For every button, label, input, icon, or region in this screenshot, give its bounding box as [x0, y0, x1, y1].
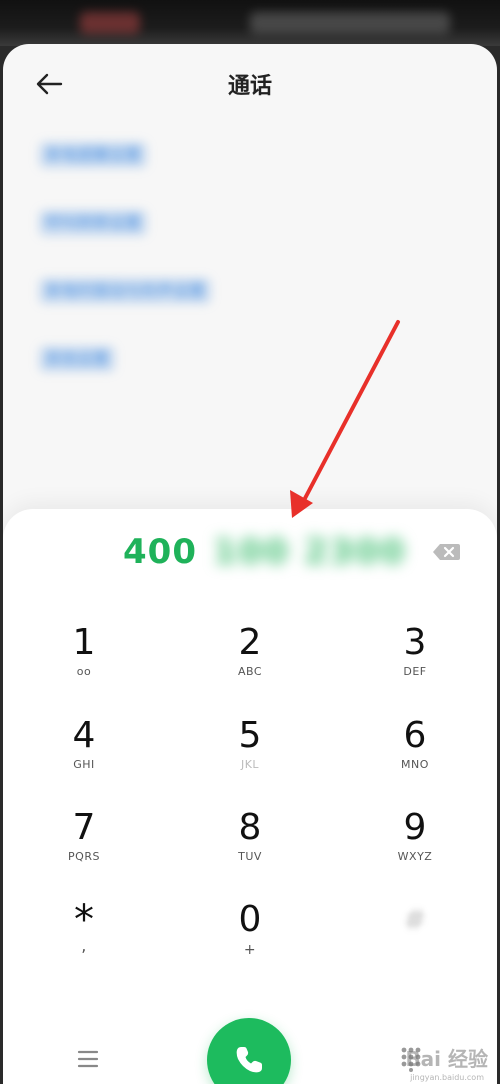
key-digit: 4 [72, 715, 96, 756]
key-digit: 1 [72, 622, 96, 663]
key-8[interactable]: 8 TUV [190, 808, 310, 888]
dialed-number-hidden: 100 2300 [212, 532, 407, 572]
key-digit: 0 [238, 899, 262, 940]
key-letters: DEF [403, 665, 427, 678]
key-letters: PQRS [68, 850, 100, 863]
key-letters: + [243, 942, 257, 958]
key-digit: # [403, 903, 427, 936]
menu-icon[interactable] [77, 1049, 99, 1069]
key-2[interactable]: 2 ABC [190, 623, 310, 703]
key-letters: WXYZ [397, 850, 433, 863]
key-digit: * [74, 897, 94, 943]
key-1[interactable]: 1 ᴏᴏ [24, 623, 144, 703]
watermark: Bai 经验 [405, 1047, 488, 1071]
key-star[interactable]: * , [24, 900, 144, 980]
call-button[interactable] [207, 1018, 291, 1084]
status-blob [250, 12, 450, 34]
key-letters: ᴏᴏ [76, 665, 92, 678]
key-hash[interactable]: # [355, 900, 475, 980]
key-digit: 9 [403, 807, 427, 848]
settings-item[interactable]: 来电提醒设置 [39, 142, 148, 168]
key-7[interactable]: 7 PQRS [24, 808, 144, 888]
key-digit: 5 [238, 715, 262, 756]
settings-item[interactable]: 其他设置 [39, 346, 116, 372]
status-bar [0, 0, 500, 46]
page-title: 通话 [227, 74, 272, 99]
key-digit: 8 [238, 807, 262, 848]
watermark-sub: jingyan.baidu.com [410, 1073, 484, 1082]
key-6[interactable]: 6 MNO [355, 716, 475, 796]
key-letters: GHI [73, 758, 95, 771]
settings-item[interactable]: 呼叫转移设置 [39, 210, 148, 236]
delete-icon[interactable] [431, 542, 461, 562]
key-letters: , [81, 936, 87, 955]
key-letters: TUV [238, 850, 262, 863]
status-blob [80, 12, 140, 34]
key-digit: 3 [403, 622, 427, 663]
key-letters: MNO [401, 758, 429, 771]
call-settings-sheet: 通话 来电提醒设置 呼叫转移设置 来电时振动与铃声设置 其他设置 400 100… [3, 44, 497, 1084]
key-9[interactable]: 9 WXYZ [355, 808, 475, 888]
dialer-panel: 400 100 2300 1 ᴏᴏ 2 ABC 3 DEF 4 GHI 5 JK… [3, 509, 497, 1084]
key-5[interactable]: 5 JKL [190, 716, 310, 796]
key-letters: ABC [237, 665, 263, 678]
key-digit: 2 [238, 622, 262, 663]
key-4[interactable]: 4 GHI [24, 716, 144, 796]
settings-item[interactable]: 来电时振动与铃声设置 [39, 278, 212, 304]
key-0[interactable]: 0 + [190, 900, 310, 980]
key-digit: 6 [403, 715, 427, 756]
key-letters: JKL [240, 758, 260, 771]
key-3[interactable]: 3 DEF [355, 623, 475, 703]
phone-icon [236, 1047, 262, 1073]
header: 通话 [3, 44, 497, 124]
dialed-number: 400 100 2300 [123, 529, 406, 575]
dialed-number-prefix: 400 [123, 532, 197, 572]
key-digit: 7 [72, 807, 96, 848]
